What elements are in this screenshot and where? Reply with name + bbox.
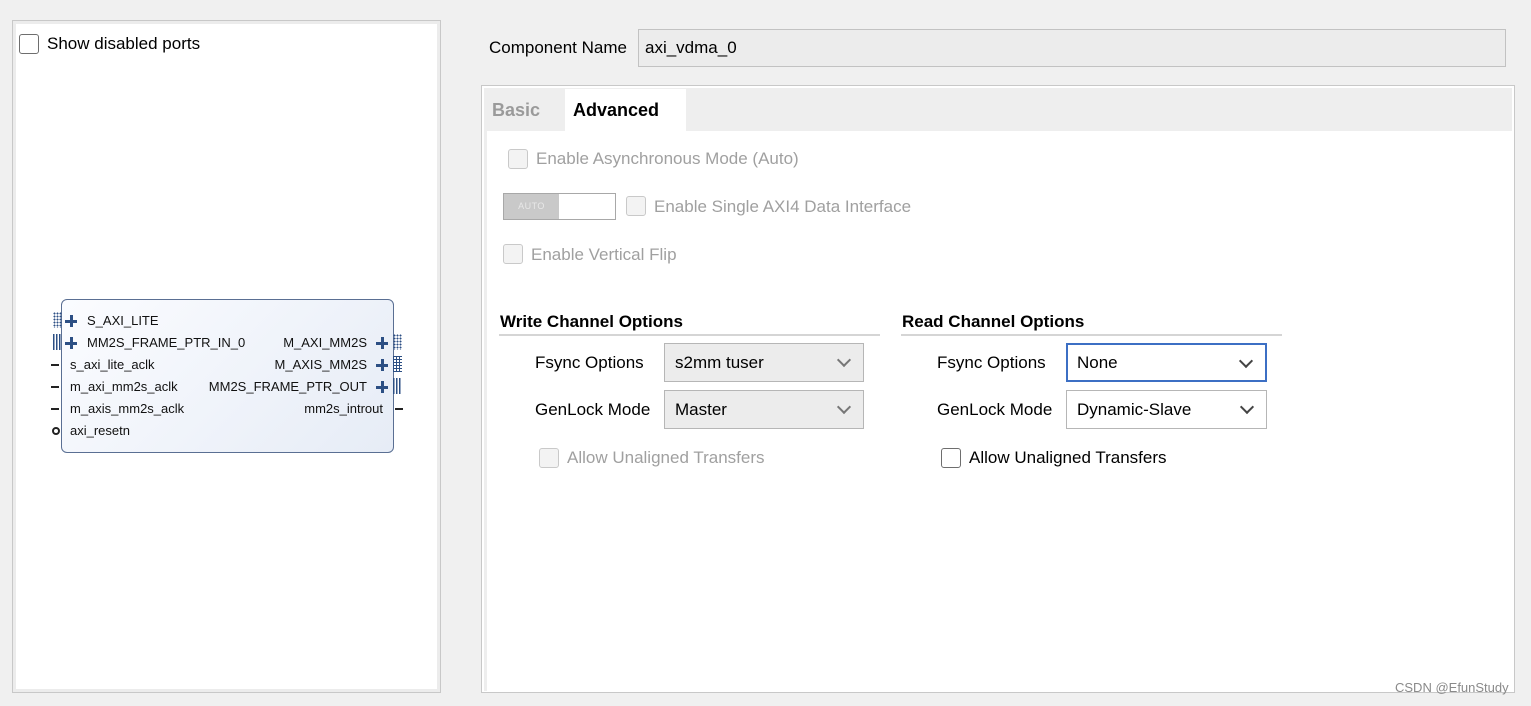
enable-async-label: Enable Asynchronous Mode (Auto) [536,149,799,168]
port-label-axi-resetn: axi_resetn [70,423,130,438]
read-unaligned-label: Allow Unaligned Transfers [969,448,1167,467]
write-genlock-value: Master [675,400,727,419]
port-label-s-axi-lite-aclk: s_axi_lite_aclk [70,357,155,372]
expand-plus-icon[interactable] [376,359,388,371]
expand-plus-icon[interactable] [65,315,77,327]
write-fsync-value: s2mm tuser [675,353,764,372]
port-wire [51,364,59,366]
expand-plus-icon[interactable] [376,337,388,349]
enable-vertical-flip-label: Enable Vertical Flip [531,245,677,264]
enable-single-axi4-label: Enable Single AXI4 Data Interface [654,197,912,216]
port-label-m-axis-mm2s-aclk: m_axis_mm2s_aclk [70,401,185,416]
expand-plus-icon[interactable] [65,337,77,349]
show-disabled-ports-checkbox[interactable] [19,34,39,54]
chevron-down-icon [836,399,852,415]
show-disabled-ports-label: Show disabled ports [47,34,201,53]
enable-single-axi4-checkbox[interactable] [626,196,646,216]
chevron-down-icon [1238,353,1254,369]
bus-connector-icon [53,334,62,350]
auto-toggle-knob: AUTO [504,194,559,219]
bus-connector-icon [393,378,402,394]
read-genlock-select[interactable]: Dynamic-Slave [1066,390,1267,429]
port-wire [51,408,59,410]
write-genlock-select[interactable]: Master [664,390,864,429]
panel-inner-border [484,131,487,691]
component-name-field[interactable]: axi_vdma_0 [638,29,1506,67]
write-channel-title: Write Channel Options [500,312,683,331]
watermark-text: CSDN @EfunStudy [1395,680,1509,695]
bus-connector-icon [393,356,402,372]
port-label-mm2s-frame-ptr-out: MM2S_FRAME_PTR_OUT [208,379,367,394]
read-channel-divider [901,334,1282,336]
port-label-m-axis-mm2s: M_AXIS_MM2S [274,357,367,372]
bus-connector-icon [53,312,62,328]
read-genlock-value: Dynamic-Slave [1077,400,1192,419]
read-genlock-label: GenLock Mode [937,400,1053,419]
port-label-mm2s-introut: mm2s_introut [304,401,383,416]
settings-tab-panel [481,85,1515,693]
port-label-m-axi-mm2s: M_AXI_MM2S [283,335,367,350]
write-fsync-select[interactable]: s2mm tuser [664,343,864,382]
expand-plus-icon[interactable] [376,381,388,393]
chevron-down-icon [836,352,852,368]
tab-advanced[interactable]: Advanced [565,89,686,131]
port-label-m-axi-mm2s-aclk: m_axi_mm2s_aclk [70,379,178,394]
write-genlock-label: GenLock Mode [535,400,651,419]
bus-connector-icon [393,334,402,350]
write-unaligned-checkbox[interactable] [539,448,559,468]
port-wire [51,386,59,388]
read-fsync-select[interactable]: None [1066,343,1267,382]
tab-basic[interactable]: Basic [484,89,548,131]
auto-toggle[interactable]: AUTO [503,193,616,220]
enable-vertical-flip-checkbox[interactable] [503,244,523,264]
read-fsync-label: Fsync Options [937,353,1046,372]
enable-async-checkbox[interactable] [508,149,528,169]
port-label-s-axi-lite: S_AXI_LITE [87,313,159,328]
component-name-label: Component Name [489,38,627,57]
reset-port-icon [52,427,60,435]
write-fsync-label: Fsync Options [535,353,644,372]
read-channel-title: Read Channel Options [902,312,1085,331]
read-unaligned-checkbox[interactable] [941,448,961,468]
write-unaligned-label: Allow Unaligned Transfers [567,448,765,467]
port-wire [395,408,403,410]
read-fsync-value: None [1077,353,1118,372]
chevron-down-icon [1239,399,1255,415]
write-channel-divider [499,334,880,336]
